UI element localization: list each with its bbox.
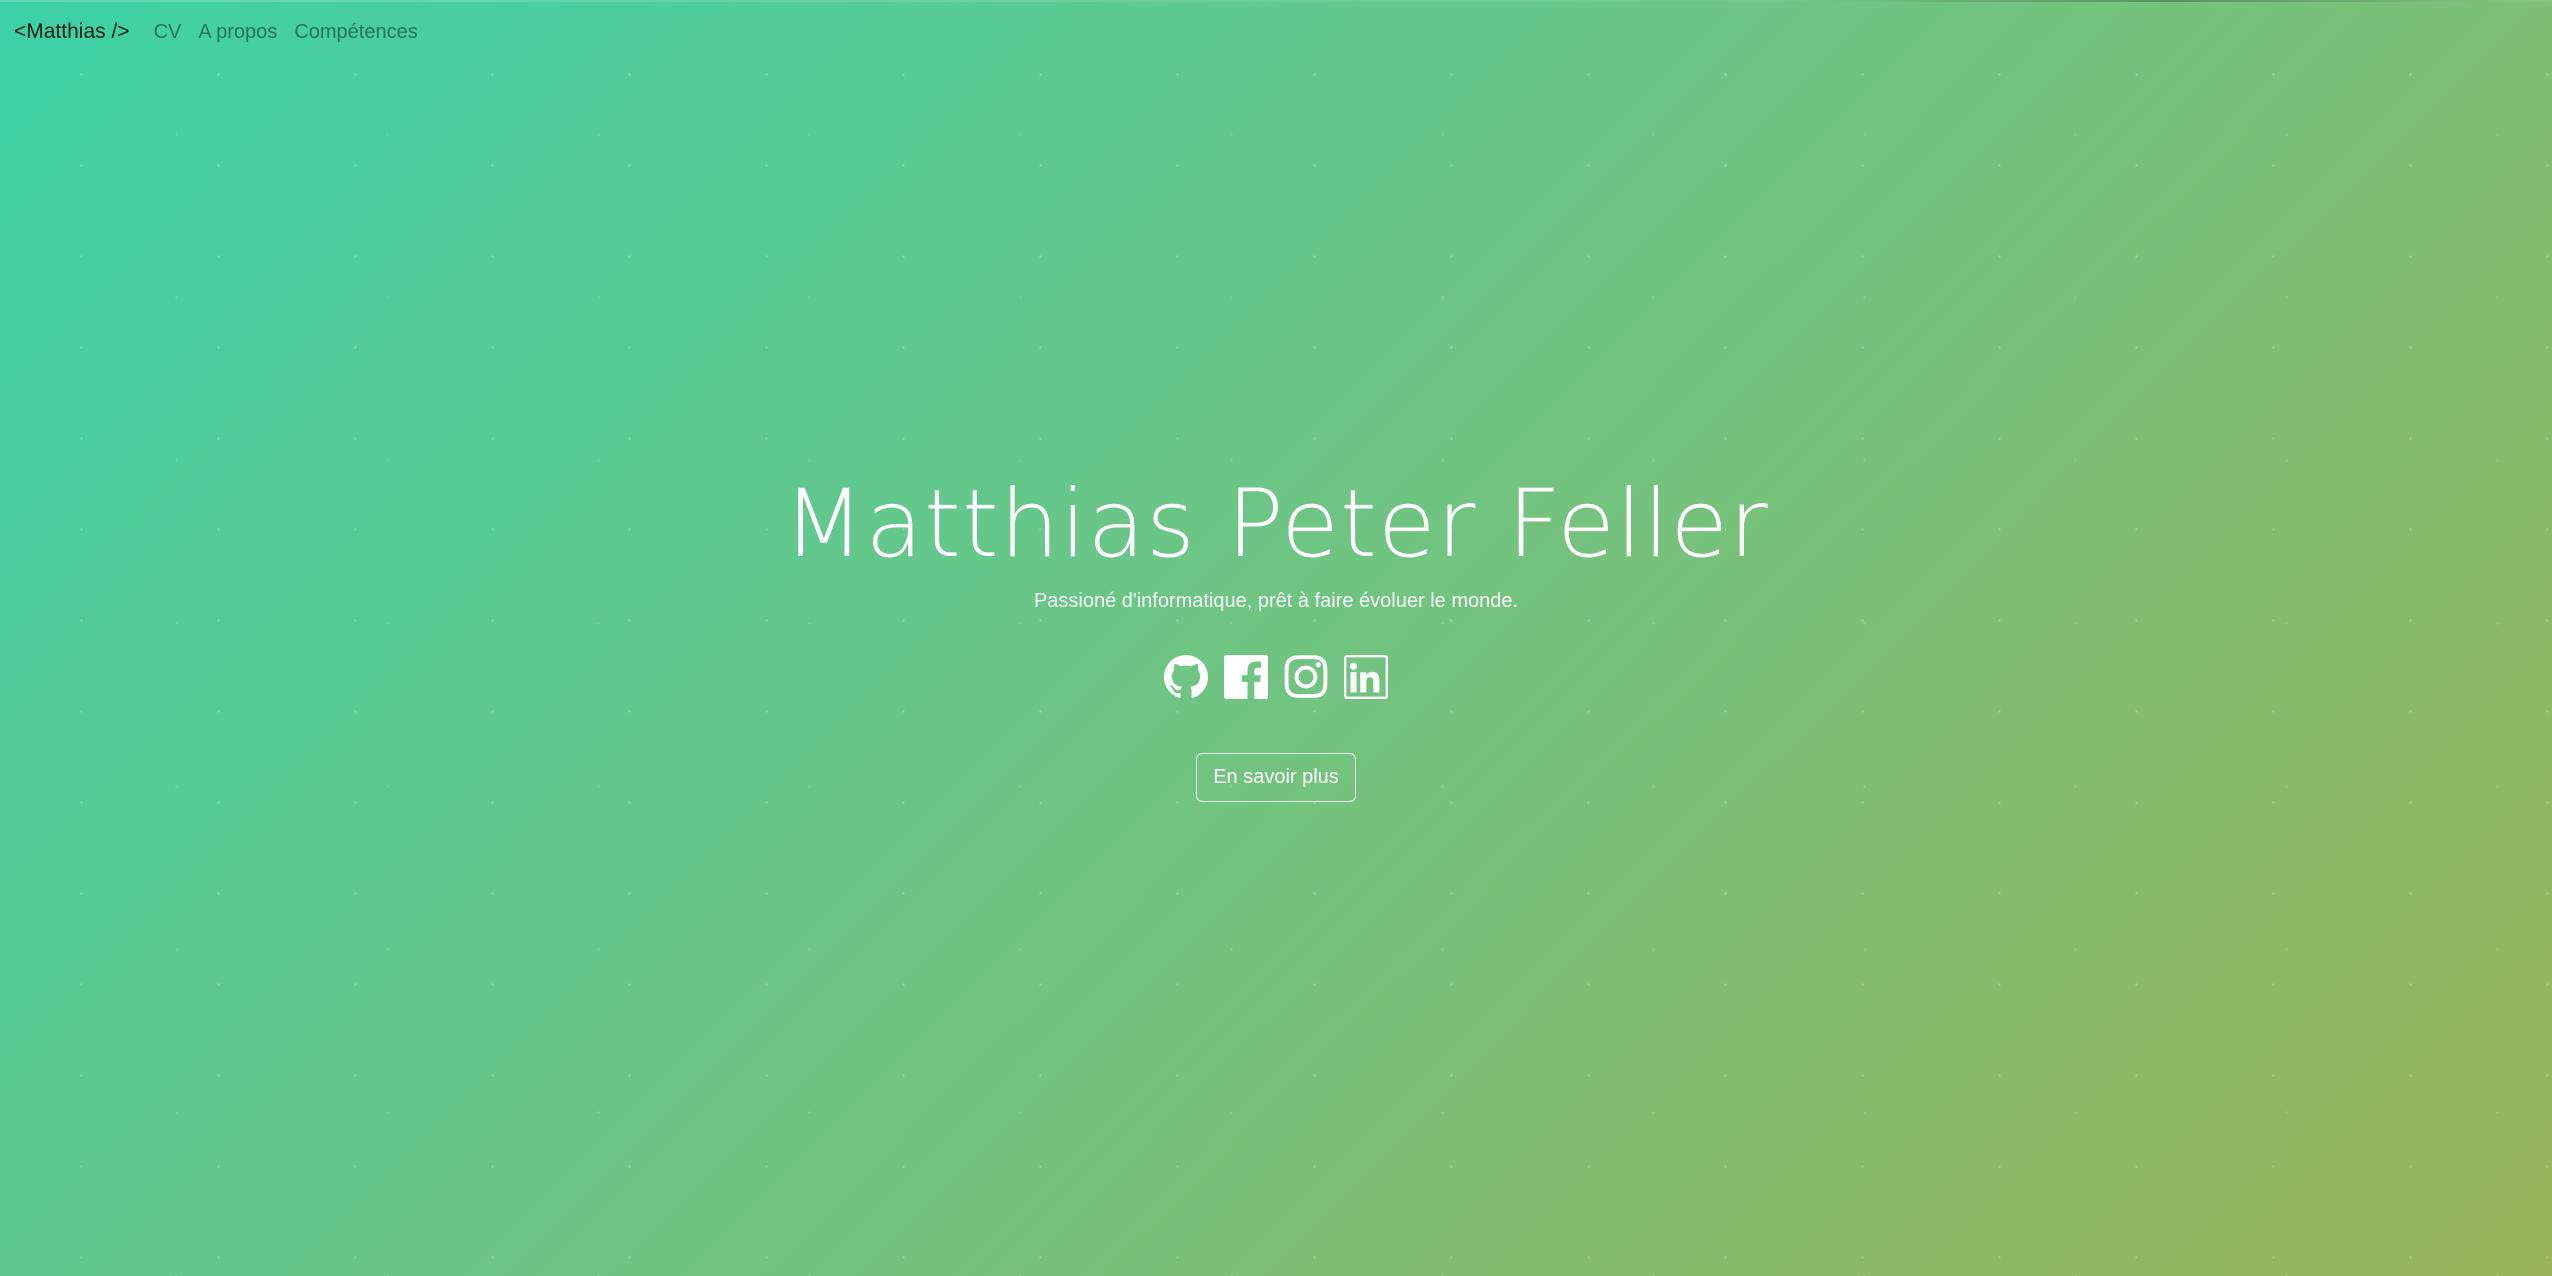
nav-link-cv[interactable]: CV bbox=[154, 21, 182, 44]
social-links bbox=[0, 655, 2552, 699]
linkedin-icon bbox=[1344, 655, 1388, 699]
github-icon bbox=[1164, 655, 1208, 698]
hero-title: Matthias Peter Feller bbox=[783, 470, 1769, 579]
instagram-link[interactable] bbox=[1284, 655, 1328, 699]
hero-tagline: Passioné d'informatique, prêt à faire év… bbox=[1033, 590, 1519, 612]
instagram-icon bbox=[1284, 655, 1328, 698]
nav-link-a-propos[interactable]: A propos bbox=[198, 21, 277, 44]
hero-section: Matthias Peter Feller Passioné d'informa… bbox=[0, 470, 2552, 802]
top-edge bbox=[0, 0, 2552, 2]
linkedin-link[interactable] bbox=[1344, 655, 1388, 699]
github-link[interactable] bbox=[1164, 655, 1208, 699]
nav-link-competences[interactable]: Compétences bbox=[294, 21, 417, 44]
facebook-link[interactable] bbox=[1224, 655, 1268, 699]
navbar: <Matthias /> CV A propos Compétences bbox=[14, 20, 435, 44]
en-savoir-plus-button[interactable]: En savoir plus bbox=[1196, 753, 1356, 802]
brand-logo[interactable]: <Matthias /> bbox=[14, 20, 130, 44]
facebook-icon bbox=[1224, 655, 1268, 699]
